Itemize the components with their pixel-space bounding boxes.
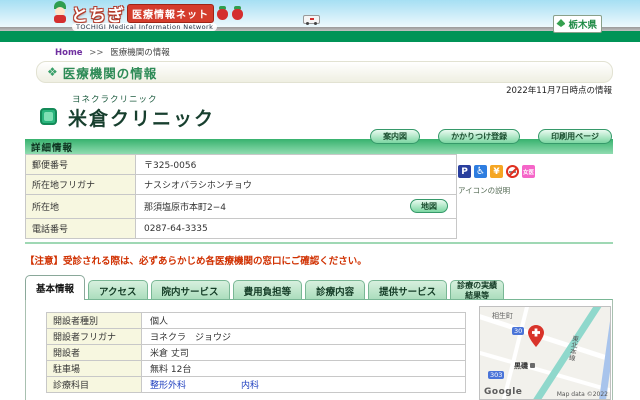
- map-copyright: Map data ©2022: [556, 391, 608, 398]
- action-buttons: 案内図 かかりつけ登録 印刷用ページ: [370, 129, 612, 144]
- breadcrumb: Home >> 医療機関の情報: [55, 46, 640, 58]
- female-doctor-icon: 女医: [522, 165, 535, 178]
- google-logo: Google: [484, 387, 523, 397]
- prefecture-logo[interactable]: 栃木県: [553, 15, 602, 33]
- address-furigana-value: ナスシオバラシホンチョウ: [135, 174, 457, 195]
- breadcrumb-current: 医療機関の情報: [110, 48, 170, 58]
- clinic-name: 米倉クリニック: [68, 108, 216, 130]
- phone-value: 0287-64-3335: [135, 218, 457, 239]
- table-row: 診療科目 整形外科 内科: [46, 376, 466, 393]
- map-town-label: 相生町: [492, 312, 513, 320]
- map-route-shield: 30: [512, 327, 525, 335]
- basic-info-table: 開設者種別 個人 開設者フリガナ ヨネクラ ジョウジ 開設者 米倉 丈司 駐車場…: [46, 312, 466, 393]
- postal-code-label: 郵便番号: [25, 154, 136, 175]
- parking-label: 駐車場: [46, 360, 142, 377]
- date-note: 2022年11月7日時点の情報: [506, 86, 612, 96]
- strawberry-icon: [216, 5, 229, 22]
- site-subtitle: TOCHIGI Medical Information Network: [72, 23, 218, 31]
- department-link-orthopedics[interactable]: 整形外科: [150, 381, 186, 391]
- breadcrumb-separator: >>: [89, 48, 104, 58]
- section-title: 医療機関の情報: [62, 65, 158, 81]
- map-thumbnail[interactable]: 相生町 30 303 黒磯 東北本線 Google Map data ©2022: [479, 306, 611, 400]
- department-link-internal-medicine[interactable]: 内科: [241, 381, 259, 391]
- guide-map-button[interactable]: 案内図: [370, 129, 421, 144]
- header-green-band: [0, 31, 640, 42]
- barrier-free-icon: ♿: [474, 165, 487, 178]
- table-row: 電話番号 0287-64-3335: [25, 218, 457, 239]
- clinic-square-icon: [40, 108, 57, 125]
- details-table: 郵便番号 〒325-0056 所在地フリガナ ナスシオバラシホンチョウ 所在地 …: [25, 154, 457, 239]
- prefecture-leaf-icon: [556, 19, 566, 27]
- print-page-button[interactable]: 印刷用ページ: [538, 129, 612, 144]
- section-title-bar: ❖ 医療機関の情報: [36, 61, 613, 83]
- tab-access[interactable]: アクセス: [88, 280, 148, 300]
- tab-in-hospital-services[interactable]: 院内サービス: [150, 280, 230, 300]
- breadcrumb-home-link[interactable]: Home: [55, 48, 83, 58]
- credit-card-icon: ¥: [490, 165, 503, 178]
- no-smoking-icon: [506, 165, 519, 178]
- tab-medical-contents[interactable]: 診療内容: [305, 280, 366, 300]
- family-doctor-register-button[interactable]: かかりつけ登録: [438, 129, 521, 144]
- section-divider: [25, 242, 613, 244]
- founder-furigana-label: 開設者フリガナ: [46, 328, 142, 345]
- mascot-icon: [52, 1, 68, 23]
- address-label: 所在地: [25, 194, 136, 219]
- departments-value: 整形外科 内科: [141, 376, 466, 393]
- tab-bar: 基本情報 アクセス 院内サービス 費用負担等 診療内容 提供サービス 診療の実績…: [25, 274, 640, 300]
- strawberry-icon: [231, 5, 244, 22]
- table-row: 開設者フリガナ ヨネクラ ジョウジ: [46, 328, 466, 345]
- founder-label: 開設者: [46, 344, 142, 361]
- map-railway-label: 東北本線: [566, 334, 580, 362]
- address-value: 那須塩原市本町2−4 地図: [135, 194, 457, 219]
- ambulance-icon: [303, 15, 320, 25]
- founder-type-value: 個人: [141, 312, 466, 329]
- basic-info-panel: 開設者種別 個人 開設者フリガナ ヨネクラ ジョウジ 開設者 米倉 丈司 駐車場…: [25, 299, 613, 400]
- postal-code-value: 〒325-0056: [135, 154, 457, 175]
- clinic-title-block: ヨネクラクリニック 米倉クリニック: [40, 95, 640, 133]
- founder-furigana-value: ヨネクラ ジョウジ: [141, 328, 466, 345]
- icon-legend-link[interactable]: アイコンの説明: [458, 185, 510, 196]
- facility-icons: P ♿ ¥ 女医: [458, 165, 608, 178]
- prefecture-name: 栃木県: [568, 20, 597, 31]
- table-row: 開設者種別 個人: [46, 312, 466, 329]
- table-row: 開設者 米倉 丈司: [46, 344, 466, 361]
- founder-type-label: 開設者種別: [46, 312, 142, 329]
- phone-label: 電話番号: [25, 218, 136, 239]
- map-route-shield: 303: [488, 371, 505, 379]
- site-logo[interactable]: とちぎ 医療情報ネット TOCHIGI Medical Information …: [52, 1, 244, 31]
- tab-results[interactable]: 診療の実績 結果等: [450, 280, 505, 300]
- address-text: 那須塩原市本町2−4: [144, 203, 226, 213]
- table-row: 所在地フリガナ ナスシオバラシホンチョウ: [25, 174, 457, 195]
- tab-provided-services[interactable]: 提供サービス: [368, 280, 448, 300]
- founder-value: 米倉 丈司: [141, 344, 466, 361]
- map-button[interactable]: 地図: [410, 199, 448, 213]
- tab-basic-info[interactable]: 基本情報: [25, 275, 86, 300]
- parking-icon: P: [458, 165, 471, 178]
- map-station-label: 黒磯: [514, 361, 535, 371]
- parking-value: 無料 12台: [141, 360, 466, 377]
- diamond-icon: ❖: [47, 65, 58, 79]
- site-header: とちぎ 医療情報ネット TOCHIGI Medical Information …: [0, 0, 640, 42]
- departments-label: 診療科目: [46, 376, 142, 393]
- site-title-badge: 医療情報ネット: [127, 4, 214, 23]
- tab-costs[interactable]: 費用負担等: [232, 280, 303, 300]
- caution-notice: 【注意】受診される際は、必ずあらかじめ各医療機関の窓口にご確認ください。: [25, 256, 367, 267]
- address-furigana-label: 所在地フリガナ: [25, 174, 136, 195]
- table-row: 駐車場 無料 12台: [46, 360, 466, 377]
- facility-icons-block: P ♿ ¥ 女医 アイコンの説明: [458, 165, 608, 197]
- table-row: 所在地 那須塩原市本町2−4 地図: [25, 194, 457, 219]
- table-row: 郵便番号 〒325-0056: [25, 154, 457, 175]
- map-pin-icon: [528, 325, 544, 347]
- tab-results-line1: 診療の実績: [457, 281, 498, 291]
